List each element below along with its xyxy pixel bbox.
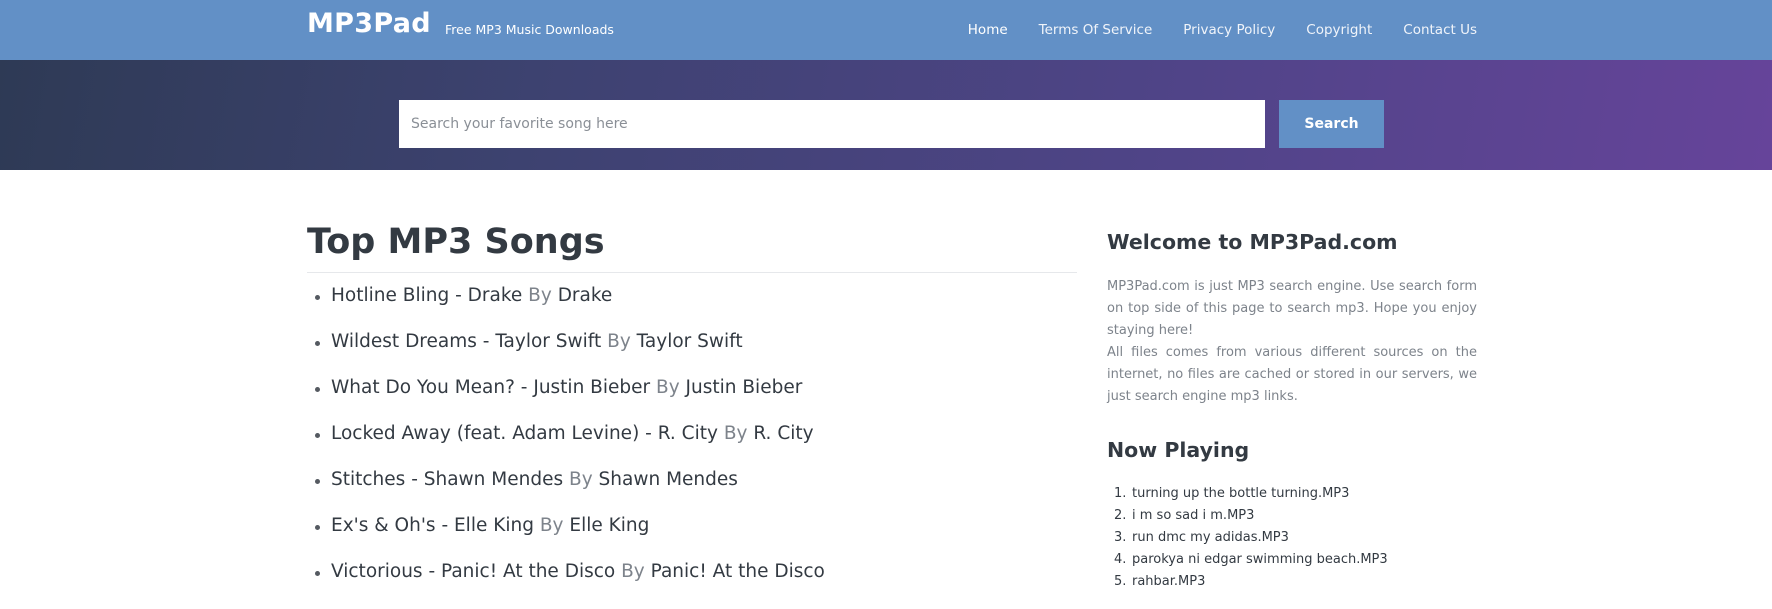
top-navbar: MP3Pad Free MP3 Music Downloads Home Ter… (0, 0, 1772, 60)
main-content: Top MP3 Songs Hotline Bling - Drake By D… (307, 222, 1077, 609)
song-list-item: Locked Away (feat. Adam Levine) - R. Cit… (307, 423, 1077, 471)
song-list-item: Hotline Bling - Drake By Drake (307, 285, 1077, 333)
song-artist-link[interactable]: Justin Bieber (686, 377, 803, 398)
song-list-item: Wildest Dreams - Taylor Swift By Taylor … (307, 331, 1077, 379)
search-banner: Search (0, 60, 1772, 170)
by-label: By (569, 469, 593, 490)
by-label: By (656, 377, 680, 398)
search-input[interactable] (399, 100, 1265, 148)
welcome-paragraph: All files comes from various different s… (1107, 345, 1477, 404)
song-title-link[interactable]: Hotline Bling - Drake (331, 285, 522, 306)
nav-link-copyright[interactable]: Copyright (1306, 22, 1372, 38)
song-list-item: Ex's & Oh's - Elle King By Elle King (307, 515, 1077, 563)
song-title-link[interactable]: Ex's & Oh's - Elle King (331, 515, 534, 536)
now-playing-link[interactable]: run dmc my adidas.MP3 (1132, 530, 1289, 552)
nav-link-home[interactable]: Home (968, 22, 1008, 38)
song-artist-link[interactable]: Elle King (569, 515, 649, 536)
song-title-link[interactable]: Locked Away (feat. Adam Levine) - R. Cit… (331, 423, 718, 444)
welcome-paragraph: MP3Pad.com is just MP3 search engine. Us… (1107, 279, 1477, 338)
nav-link-privacy-policy[interactable]: Privacy Policy (1183, 22, 1275, 38)
song-list-item: Victorious - Panic! At the Disco By Pani… (307, 561, 1077, 609)
now-playing-item: 5. rahbar.MP3 (1107, 574, 1477, 596)
song-title-link[interactable]: Victorious - Panic! At the Disco (331, 561, 615, 582)
song-artist-link[interactable]: Panic! At the Disco (651, 561, 825, 582)
now-playing-list: 1. turning up the bottle turning.MP3 2. … (1107, 486, 1477, 596)
list-number: 4. (1114, 552, 1127, 567)
song-title-link[interactable]: Stitches - Shawn Mendes (331, 469, 563, 490)
now-playing-item: 1. turning up the bottle turning.MP3 (1107, 486, 1477, 508)
page-title: Top MP3 Songs (307, 222, 1077, 273)
main-nav: Home Terms Of Service Privacy Policy Cop… (968, 22, 1477, 38)
by-label: By (607, 331, 631, 352)
song-artist-link[interactable]: Drake (558, 285, 613, 306)
list-number: 5. (1114, 574, 1127, 589)
nav-link-contact-us[interactable]: Contact Us (1403, 22, 1477, 38)
nav-link-terms-of-service[interactable]: Terms Of Service (1039, 22, 1153, 38)
list-number: 1. (1114, 486, 1127, 501)
site-tagline: Free MP3 Music Downloads (445, 22, 614, 37)
list-number: 2. (1114, 508, 1127, 523)
top-songs-list: Hotline Bling - Drake By Drake Wildest D… (307, 285, 1077, 609)
now-playing-link[interactable]: rahbar.MP3 (1132, 574, 1205, 596)
song-artist-link[interactable]: Shawn Mendes (599, 469, 738, 490)
welcome-text: MP3Pad.com is just MP3 search engine. Us… (1107, 276, 1477, 408)
song-title-link[interactable]: What Do You Mean? - Justin Bieber (331, 377, 650, 398)
by-label: By (528, 285, 552, 306)
now-playing-item: 4. parokya ni edgar swimming beach.MP3 (1107, 552, 1477, 574)
welcome-heading: Welcome to MP3Pad.com (1107, 230, 1398, 254)
by-label: By (621, 561, 645, 582)
song-artist-link[interactable]: R. City (753, 423, 813, 444)
now-playing-item: 3. run dmc my adidas.MP3 (1107, 530, 1477, 552)
song-title-link[interactable]: Wildest Dreams - Taylor Swift (331, 331, 601, 352)
site-logo[interactable]: MP3Pad (307, 8, 431, 39)
now-playing-heading: Now Playing (1107, 438, 1250, 462)
search-button[interactable]: Search (1279, 100, 1384, 148)
now-playing-link[interactable]: turning up the bottle turning.MP3 (1132, 486, 1349, 508)
now-playing-link[interactable]: parokya ni edgar swimming beach.MP3 (1132, 552, 1388, 574)
now-playing-link[interactable]: i m so sad i m.MP3 (1132, 508, 1254, 530)
song-list-item: Stitches - Shawn Mendes By Shawn Mendes (307, 469, 1077, 517)
by-label: By (723, 423, 748, 444)
now-playing-item: 2. i m so sad i m.MP3 (1107, 508, 1477, 530)
list-number: 3. (1114, 530, 1127, 545)
song-artist-link[interactable]: Taylor Swift (637, 331, 743, 352)
by-label: By (539, 515, 564, 536)
song-list-item: What Do You Mean? - Justin Bieber By Jus… (307, 377, 1077, 425)
sidebar: Welcome to MP3Pad.com MP3Pad.com is just… (1107, 230, 1477, 596)
